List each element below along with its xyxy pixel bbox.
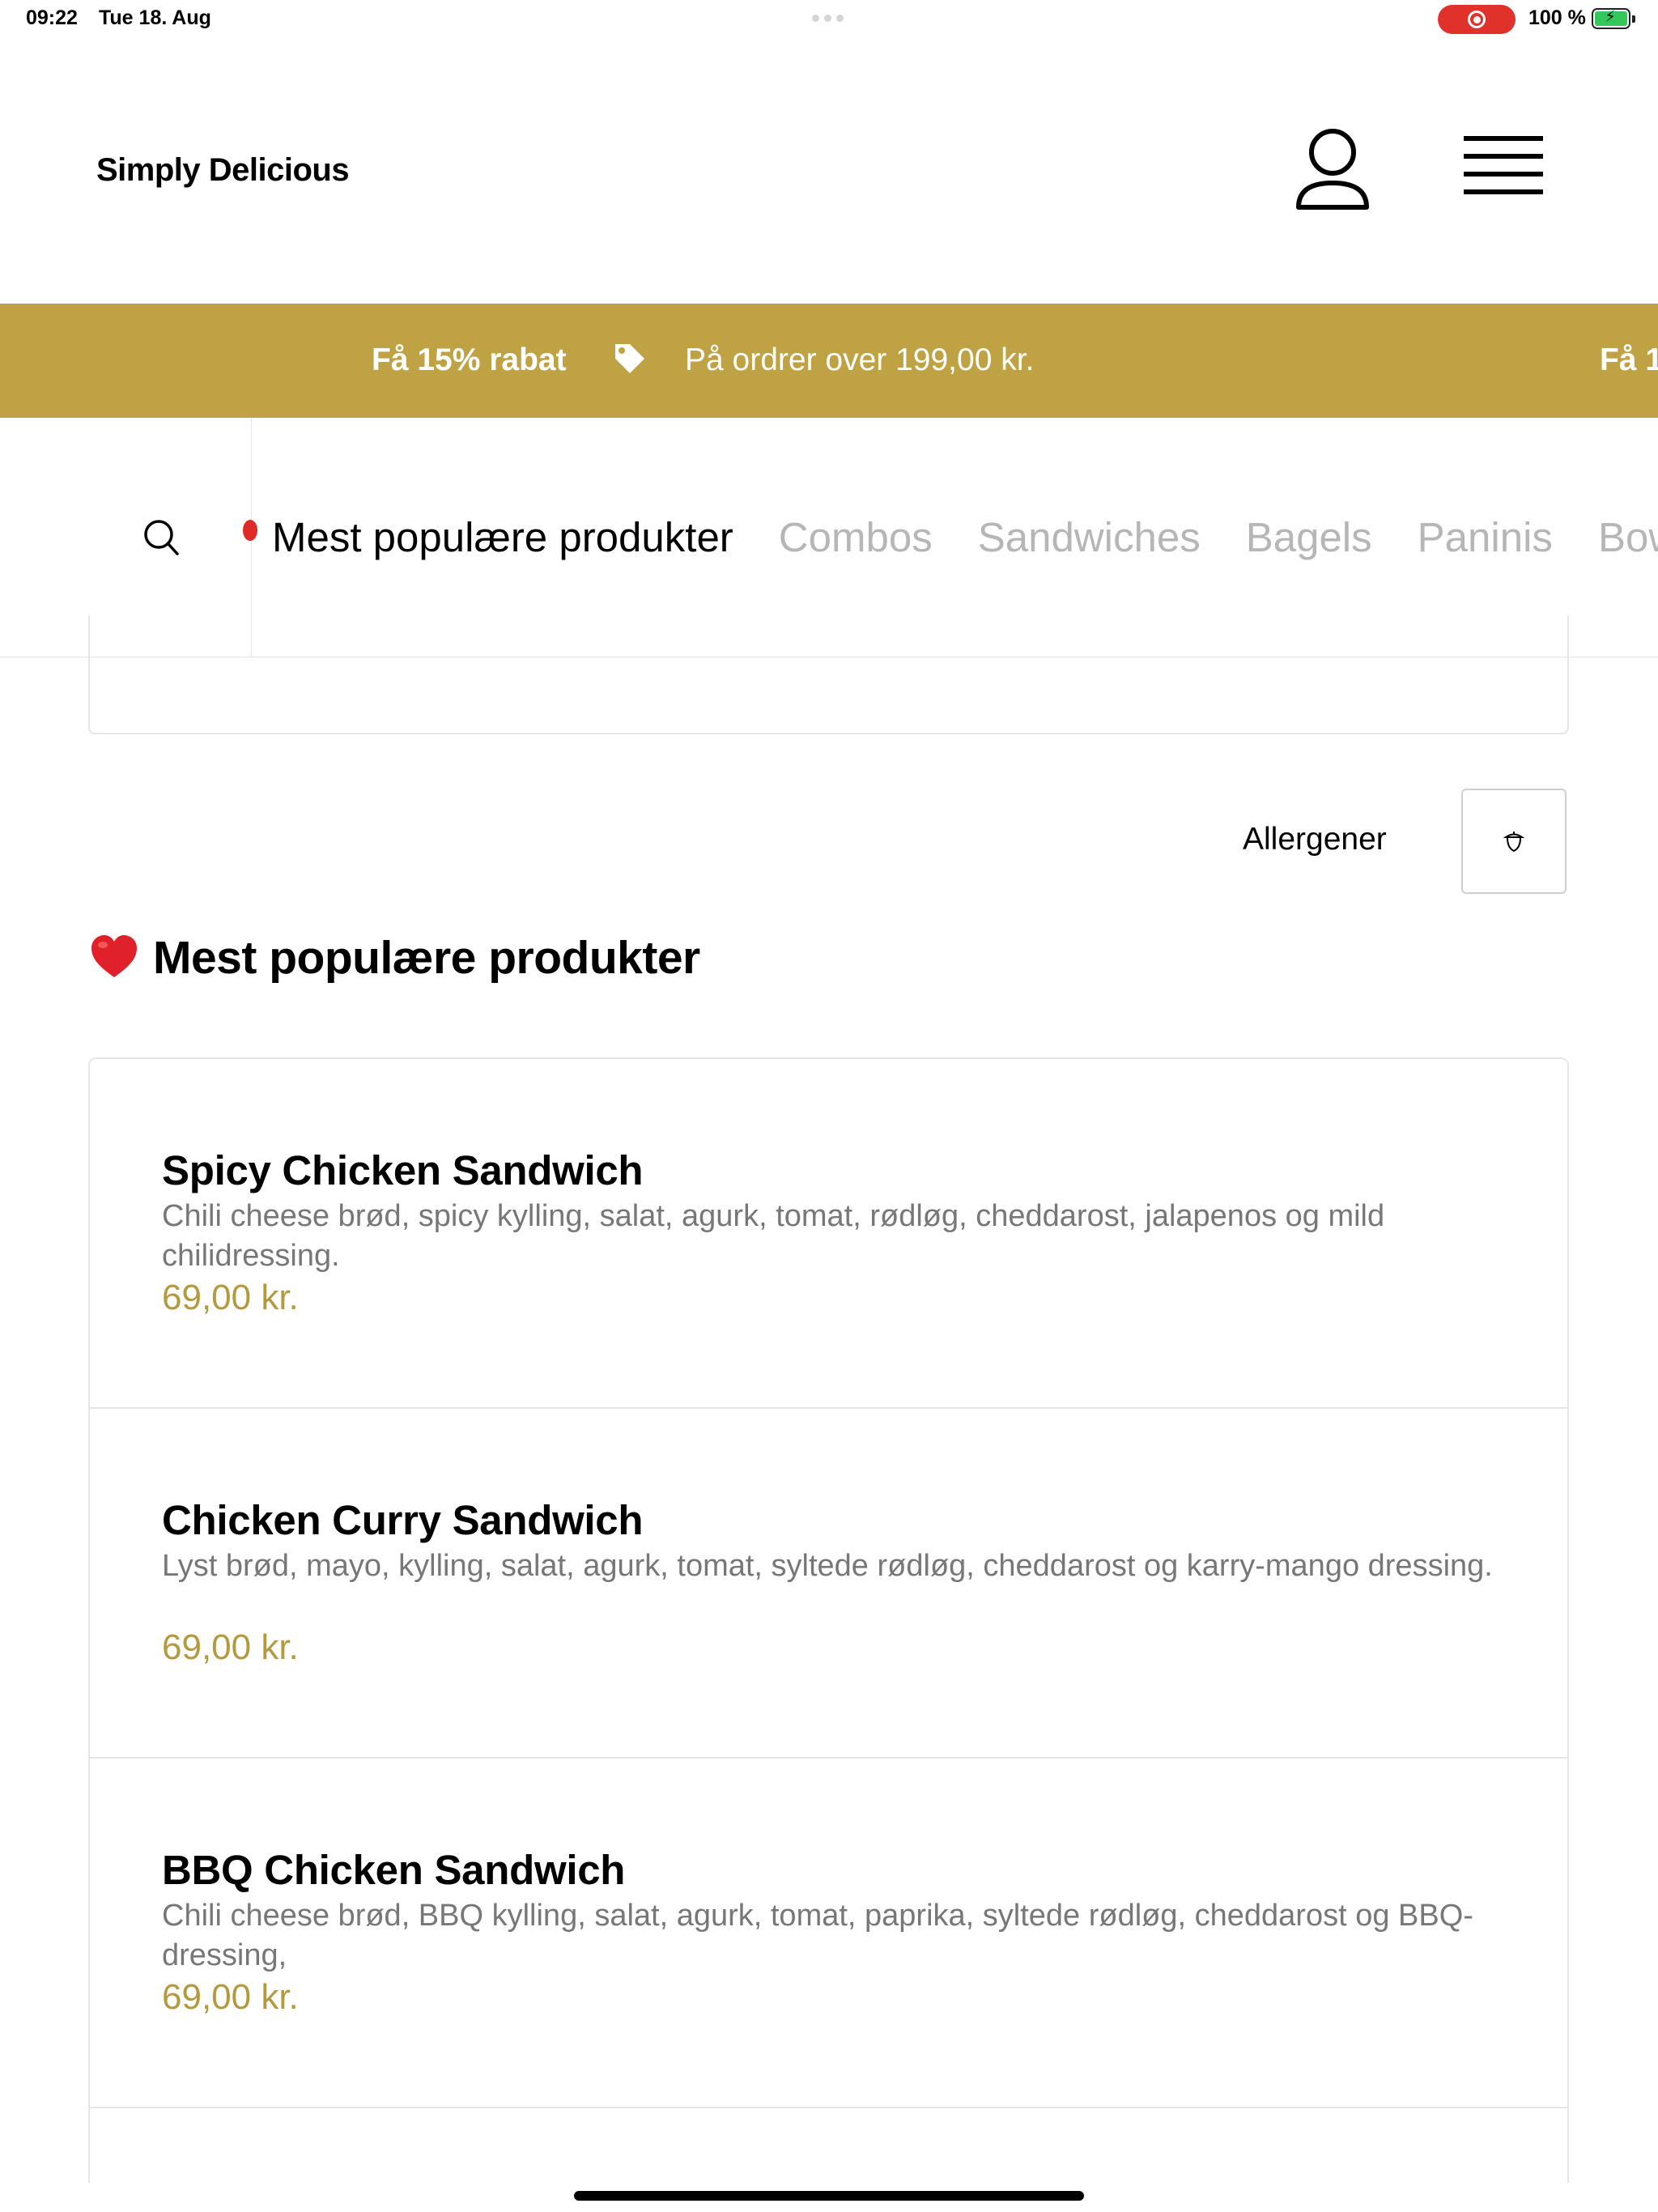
product-price: 69,00 kr. [162,1278,299,1317]
tab-combos[interactable]: Combos [779,513,933,561]
status-date: Tue 18. Aug [99,6,211,29]
product-name: Spicy Chicken Sandwich [162,1147,644,1193]
battery-percent: 100 % [1528,6,1586,29]
product-card[interactable]: Spicy Chicken Sandwich Chili cheese brød… [90,1059,1567,1409]
screen-recording-icon[interactable] [1438,5,1516,34]
product-description: Lyst brød, mayo, kylling, salat, agurk, … [162,1549,1493,1583]
promo-title-repeat: Få 15% rabat [1600,342,1658,377]
home-indicator[interactable] [574,2191,1084,2201]
allergen-filter-button[interactable] [1461,789,1567,894]
multitasking-dots-icon[interactable] [812,15,844,22]
status-bar: 09:22 Tue 18. Aug 100 % [0,0,1658,39]
product-card[interactable]: Chicken Curry Sandwich Lyst brød, mayo, … [90,1409,1567,1759]
info-card-partial [88,615,1569,734]
tab-bowls[interactable]: Bowls [1598,513,1658,561]
tab-bagels[interactable]: Bagels [1246,513,1372,561]
section-title: Mest populære produkter [153,932,700,984]
promo-title: Få 15% rabat [372,342,567,377]
product-card[interactable]: BBQ Chicken Sandwich Chili cheese brød, … [90,1759,1567,2108]
battery-charging-icon [1592,6,1635,29]
red-heart-icon [91,935,137,977]
profile-icon[interactable] [1292,126,1373,215]
status-time: 09:22 [26,6,78,29]
tab-mest-populaere[interactable]: Mest populære produkter [272,513,733,561]
allergen-label: Allergener [1243,822,1387,857]
product-name: BBQ Chicken Sandwich [162,1847,626,1893]
product-price: 69,00 kr. [162,1977,299,2017]
product-price: 69,00 kr. [162,1627,299,1667]
tab-sandwiches[interactable]: Sandwiches [978,513,1201,561]
section-heading: Mest populære produkter [90,931,700,985]
heart-icon-partial [243,520,257,541]
promo-text: På ordrer over 199,00 kr. [685,342,1035,377]
product-description: Chili cheese brød, spicy kylling, salat,… [162,1199,1385,1273]
category-tabs: Mest populære produkter Combos Sandwiche… [272,513,1658,561]
brand-logo[interactable]: Simply Delicious [96,152,350,189]
product-description: Chili cheese brød, BBQ kylling, salat, a… [162,1899,1473,1972]
hamburger-menu-icon[interactable] [1464,136,1554,209]
allergen-acorn-icon [1503,832,1524,853]
promo-banner: Få 15% rabat På ordrer over 199,00 kr. F… [0,304,1658,418]
price-tag-icon [615,344,644,373]
product-list: Spicy Chicken Sandwich Chili cheese brød… [88,1057,1569,2183]
tab-paninis[interactable]: Paninis [1418,513,1553,561]
site-header: Simply Delicious [0,39,1658,304]
search-icon [144,520,179,555]
product-name: Chicken Curry Sandwich [162,1497,644,1543]
